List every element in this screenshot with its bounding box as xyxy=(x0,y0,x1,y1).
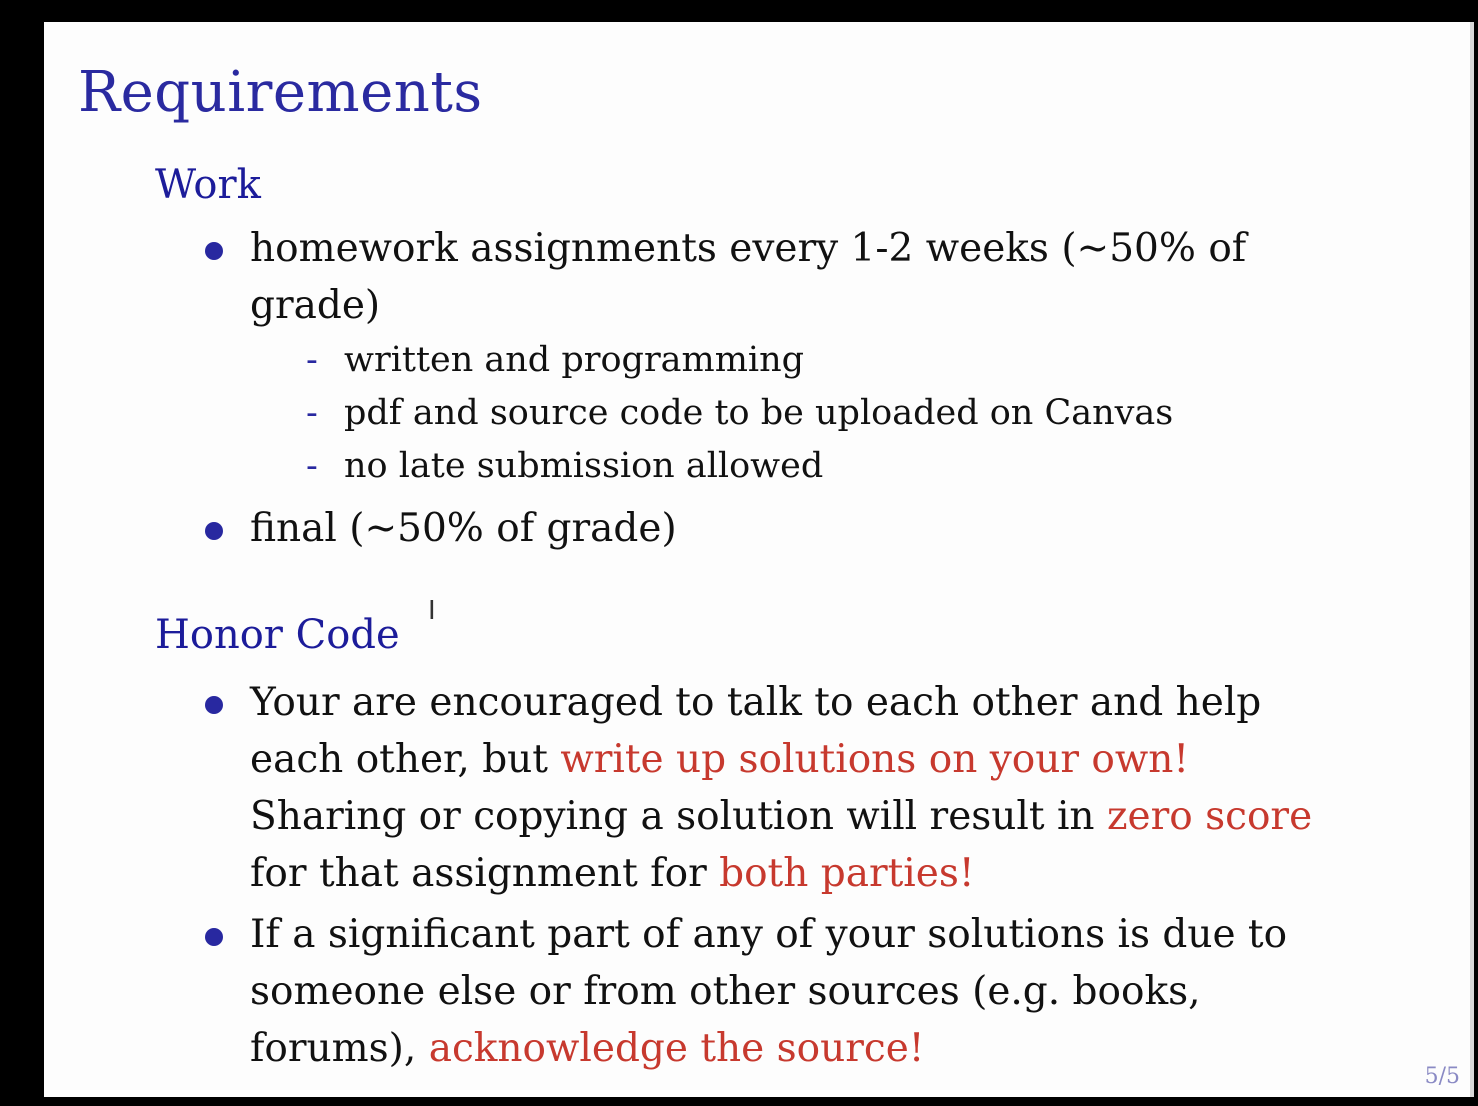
emphasis-text: both parties! xyxy=(719,851,975,896)
work-heading: Work xyxy=(155,162,261,208)
work-sub-item-text: pdf and source code to be uploaded on Ca… xyxy=(344,393,1174,433)
dash-icon: - xyxy=(306,446,318,486)
work-sub-item-text: written and programming xyxy=(344,340,805,380)
honor-bullet-collaboration: Your are encouraged to talk to each othe… xyxy=(202,674,1322,902)
text-cursor-icon: I xyxy=(428,596,436,626)
emphasis-text: acknowledge the source! xyxy=(428,1026,925,1071)
work-bullet-homework: homework assignments every 1-2 weeks (~5… xyxy=(202,220,1322,334)
page-number: 5/5 xyxy=(1424,1064,1460,1089)
slide: Requirements Work homework assignments e… xyxy=(44,22,1474,1097)
emphasis-text: zero score xyxy=(1106,794,1313,839)
emphasis-text: write up solutions on your own! xyxy=(560,737,1190,782)
bullet-icon xyxy=(205,696,223,714)
bullet-icon xyxy=(205,928,223,946)
text-segment: Sharing or copying a solution will resul… xyxy=(250,794,1107,839)
work-bullet-final-text: final (~50% of grade) xyxy=(250,506,677,551)
slide-title: Requirements xyxy=(78,60,483,125)
bullet-icon xyxy=(205,522,223,540)
slide-edge xyxy=(1470,22,1474,1097)
dash-icon: - xyxy=(306,393,318,433)
text-segment: for that assignment for xyxy=(250,851,720,896)
honor-bullet-acknowledge-text: If a significant part of any of your sol… xyxy=(250,906,1330,1077)
honor-bullet-acknowledge: If a significant part of any of your sol… xyxy=(202,906,1322,1077)
work-sub-item-text: no late submission allowed xyxy=(344,446,824,486)
honor-bullet-collaboration-text: Your are encouraged to talk to each othe… xyxy=(250,674,1330,902)
honor-code-heading: Honor Code xyxy=(155,612,400,658)
bullet-icon xyxy=(205,242,223,260)
work-bullet-homework-text: homework assignments every 1-2 weeks (~5… xyxy=(250,226,1247,328)
dash-icon: - xyxy=(306,340,318,380)
work-bullet-final: final (~50% of grade) xyxy=(202,500,1322,557)
